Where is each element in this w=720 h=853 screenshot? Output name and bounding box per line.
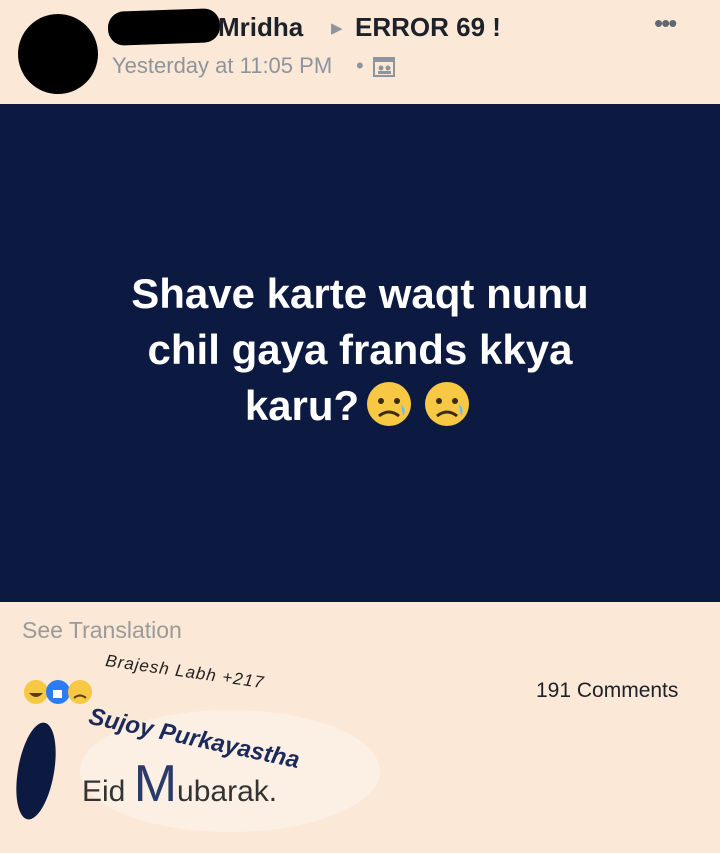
group-name[interactable]: ERROR 69 !	[355, 12, 501, 43]
post-line-1: Shave karte waqt nunu	[131, 270, 589, 317]
reactors-summary[interactable]: Brajesh Labh +217	[104, 651, 265, 693]
comment-text-rest: ubarak.	[177, 775, 278, 808]
haha-reaction-icon	[24, 680, 48, 704]
sad-reaction-icon	[68, 680, 92, 704]
redacted-avatar	[9, 719, 63, 823]
see-translation-link[interactable]: See Translation	[22, 617, 182, 644]
reaction-icons[interactable]	[22, 678, 102, 706]
post-body: Shave karte waqt nunu chil gaya frands k…	[0, 104, 720, 602]
arrow-right-icon: ▶	[331, 20, 343, 37]
privacy-icon[interactable]	[373, 56, 395, 78]
post-line-3-text: karu?	[244, 382, 360, 429]
author-name[interactable]: Mridha	[218, 12, 303, 43]
comments-count[interactable]: 191 Comments	[536, 679, 678, 703]
post-line-3: karu?	[0, 378, 720, 434]
separator-dot: •	[356, 53, 364, 78]
post-line-2: chil gaya frands kkya	[147, 326, 573, 373]
sad-emoji-icon	[425, 382, 470, 426]
sad-emoji-icon	[367, 382, 412, 426]
comment-text: Eid Mubarak.	[82, 754, 277, 814]
more-options-icon[interactable]: •••	[654, 8, 677, 39]
comment-text-prefix: Eid	[82, 775, 134, 808]
post-text: Shave karte waqt nunu chil gaya frands k…	[0, 266, 720, 434]
timestamp[interactable]: Yesterday at 11:05 PM	[112, 53, 332, 79]
post-header: Mridha ▶ ERROR 69 ! Yesterday at 11:05 P…	[0, 0, 720, 104]
comment-text-initial: M	[133, 755, 178, 813]
avatar[interactable]	[18, 14, 98, 94]
redacted-name	[107, 8, 221, 46]
